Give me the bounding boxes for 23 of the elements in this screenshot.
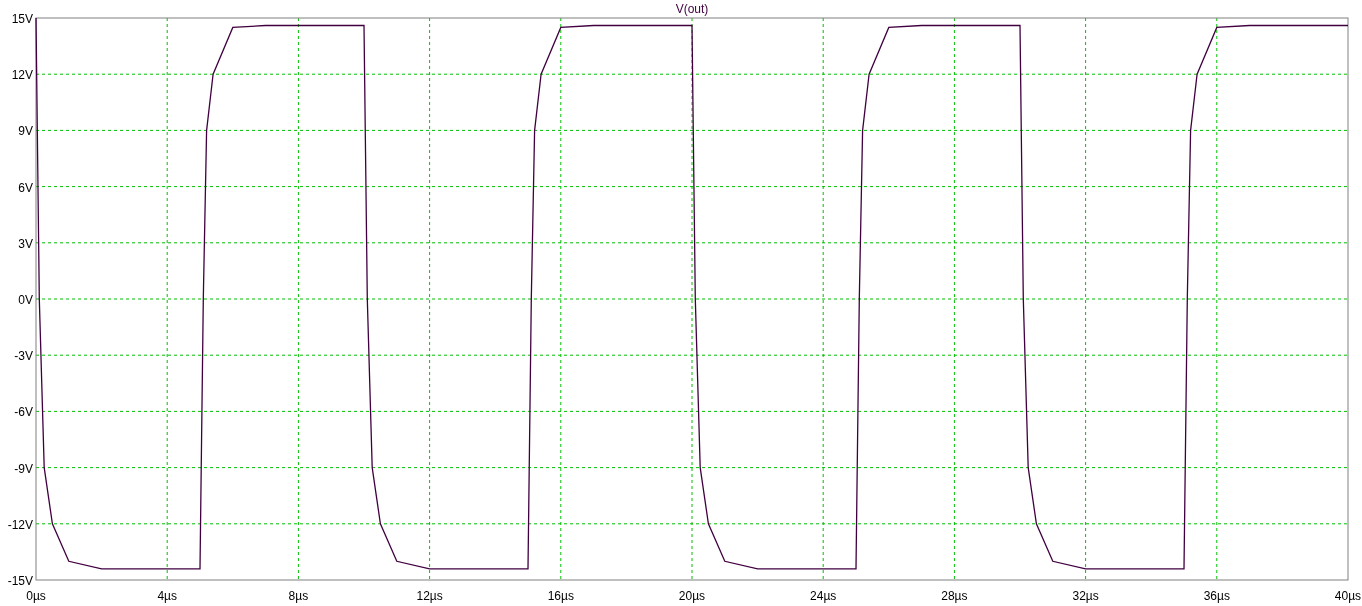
- x-tick-label: 16µs: [547, 589, 574, 603]
- y-tick-label: -3V: [14, 349, 33, 364]
- y-tick-label: 3V: [18, 236, 33, 251]
- x-tick-label: 28µs: [941, 589, 968, 603]
- y-tick-label: 6V: [18, 180, 33, 195]
- x-tick-label: 24µs: [810, 589, 837, 603]
- y-tick-label: -12V: [7, 517, 33, 532]
- y-tick-label: 0V: [18, 293, 33, 307]
- x-tick-label: 36µs: [1203, 589, 1230, 603]
- x-tick-label: 0µs: [26, 589, 46, 603]
- y-tick-label: -15V: [7, 574, 33, 588]
- y-tick-label: 12V: [11, 68, 33, 83]
- y-tick-label: -9V: [14, 461, 33, 476]
- legend-label: V(out): [675, 2, 709, 16]
- y-tick-label: 15V: [11, 12, 33, 26]
- x-tick-label: 32µs: [1072, 589, 1099, 603]
- x-tick-label: 4µs: [157, 589, 177, 603]
- y-tick-label: -6V: [14, 405, 33, 420]
- x-tick-label: 8µs: [288, 589, 309, 603]
- x-tick-label: 40µs: [1334, 589, 1362, 603]
- x-tick-label: 20µs: [678, 589, 706, 603]
- x-tick-label: 12µs: [416, 589, 443, 603]
- y-tick-label: 9V: [18, 124, 33, 139]
